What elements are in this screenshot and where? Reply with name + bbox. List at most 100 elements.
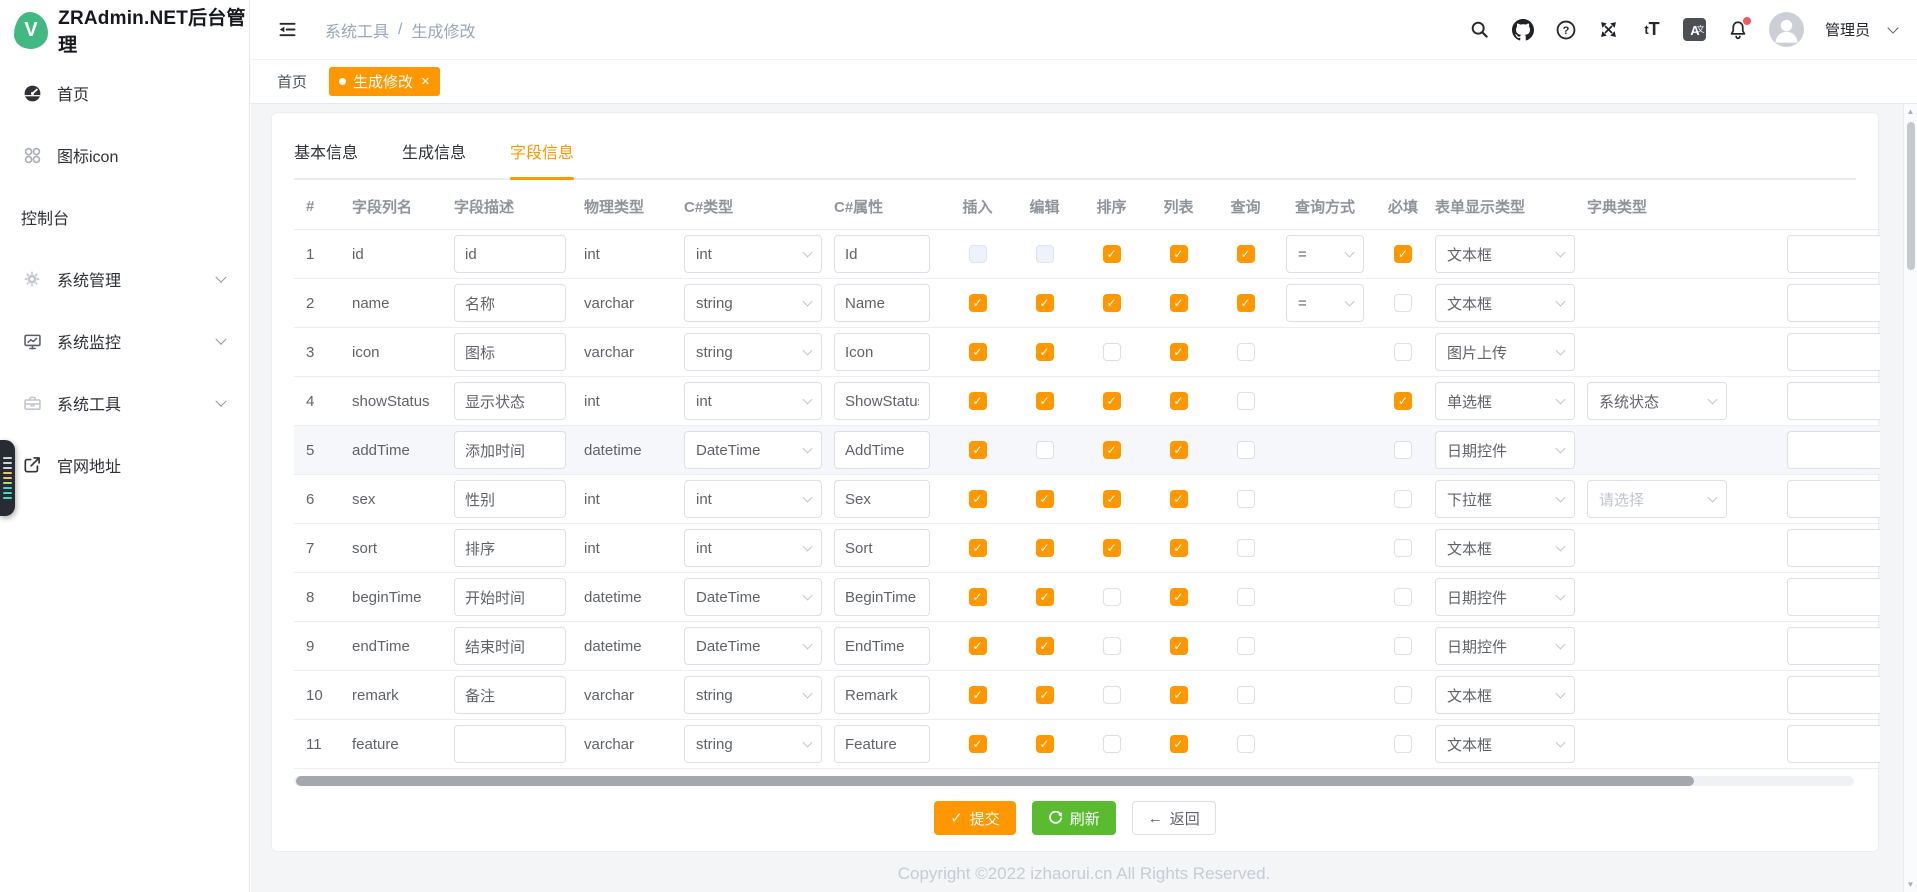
cs-attr-input[interactable] [834, 725, 930, 763]
extra-input[interactable] [1787, 333, 1880, 371]
checkbox-required[interactable] [1394, 441, 1412, 459]
checkbox-query[interactable] [1237, 392, 1255, 410]
field-desc-input[interactable] [454, 382, 566, 420]
checkbox-sort[interactable]: ✓ [1103, 245, 1121, 263]
checkbox-insert[interactable]: ✓ [969, 637, 987, 655]
checkbox-edit[interactable]: ✓ [1036, 637, 1054, 655]
checkbox-sort[interactable] [1103, 343, 1121, 361]
font-size-icon[interactable]: tT [1640, 18, 1664, 42]
extra-input[interactable] [1787, 529, 1880, 567]
field-desc-input[interactable] [454, 578, 566, 616]
vertical-scrollbar-thumb[interactable] [1907, 122, 1915, 270]
extra-input[interactable] [1787, 627, 1880, 665]
field-desc-input[interactable] [454, 627, 566, 665]
display-type-select[interactable]: 文本框 [1435, 529, 1575, 567]
display-type-select[interactable]: 日期控件 [1435, 578, 1575, 616]
field-desc-input[interactable] [454, 333, 566, 371]
checkbox-list[interactable]: ✓ [1170, 294, 1188, 312]
checkbox-sort[interactable] [1103, 637, 1121, 655]
checkbox-insert[interactable]: ✓ [969, 294, 987, 312]
display-type-select[interactable]: 单选框 [1435, 382, 1575, 420]
cs-attr-input[interactable] [834, 333, 930, 371]
sidebar-fold-icon[interactable] [275, 18, 299, 42]
checkbox-required[interactable] [1394, 294, 1412, 312]
cs-type-select[interactable]: string [684, 676, 822, 714]
dict-type-select[interactable]: 系统状态 [1587, 382, 1727, 420]
checkbox-query[interactable] [1237, 588, 1255, 606]
checkbox-insert[interactable]: ✓ [969, 343, 987, 361]
sidebar-item-系统监控[interactable]: 系统监控 [0, 310, 249, 372]
checkbox-sort[interactable]: ✓ [1103, 441, 1121, 459]
field-desc-input[interactable] [454, 676, 566, 714]
cs-attr-input[interactable] [834, 529, 930, 567]
cs-attr-input[interactable] [834, 382, 930, 420]
refresh-button[interactable]: 刷新 [1032, 801, 1116, 835]
user-chevron-down-icon[interactable] [1887, 22, 1898, 33]
checkbox-list[interactable]: ✓ [1170, 441, 1188, 459]
checkbox-required[interactable] [1394, 539, 1412, 557]
extra-input[interactable] [1787, 431, 1880, 469]
display-type-select[interactable]: 文本框 [1435, 284, 1575, 322]
query-way-select[interactable]: = [1286, 284, 1364, 322]
field-desc-input[interactable] [454, 284, 566, 322]
checkbox-sort[interactable]: ✓ [1103, 539, 1121, 557]
checkbox-required[interactable] [1394, 735, 1412, 753]
checkbox-query[interactable] [1237, 686, 1255, 704]
checkbox-query[interactable] [1237, 490, 1255, 508]
checkbox-sort[interactable] [1103, 588, 1121, 606]
theme-drawer-handle[interactable] [0, 440, 15, 516]
display-type-select[interactable]: 文本框 [1435, 725, 1575, 763]
checkbox-edit[interactable]: ✓ [1036, 392, 1054, 410]
cs-attr-input[interactable] [834, 676, 930, 714]
display-type-select[interactable]: 日期控件 [1435, 431, 1575, 469]
cs-type-select[interactable]: int [684, 235, 822, 273]
sidebar-item-官网地址[interactable]: 官网地址 [0, 434, 249, 496]
back-button[interactable]: ←返回 [1132, 801, 1216, 835]
translate-icon[interactable]: A文 [1683, 18, 1707, 42]
tag-active[interactable]: 生成修改 × [329, 67, 440, 96]
extra-input[interactable] [1787, 725, 1880, 763]
checkbox-insert[interactable]: ✓ [969, 392, 987, 410]
search-icon[interactable] [1468, 18, 1492, 42]
checkbox-insert[interactable]: ✓ [969, 539, 987, 557]
checkbox-edit[interactable]: ✓ [1036, 588, 1054, 606]
checkbox-edit[interactable] [1036, 441, 1054, 459]
checkbox-required[interactable] [1394, 343, 1412, 361]
tab-生成信息[interactable]: 生成信息 [402, 139, 466, 163]
cs-attr-input[interactable] [834, 480, 930, 518]
checkbox-query[interactable] [1237, 637, 1255, 655]
checkbox-edit[interactable]: ✓ [1036, 294, 1054, 312]
checkbox-list[interactable]: ✓ [1170, 392, 1188, 410]
checkbox-list[interactable]: ✓ [1170, 490, 1188, 508]
checkbox-query[interactable]: ✓ [1237, 294, 1255, 312]
field-desc-input[interactable] [454, 235, 566, 273]
checkbox-insert[interactable]: ✓ [969, 686, 987, 704]
checkbox-sort[interactable]: ✓ [1103, 392, 1121, 410]
checkbox-edit[interactable]: ✓ [1036, 686, 1054, 704]
display-type-select[interactable]: 文本框 [1435, 235, 1575, 273]
checkbox-sort[interactable]: ✓ [1103, 294, 1121, 312]
tag-close-icon[interactable]: × [421, 74, 430, 89]
display-type-select[interactable]: 下拉框 [1435, 480, 1575, 518]
sidebar-item-首页[interactable]: 首页 [0, 62, 249, 124]
checkbox-edit[interactable]: ✓ [1036, 490, 1054, 508]
checkbox-insert[interactable]: ✓ [969, 490, 987, 508]
cs-type-select[interactable]: DateTime [684, 627, 822, 665]
user-name[interactable]: 管理员 [1825, 19, 1870, 40]
checkbox-sort[interactable] [1103, 735, 1121, 753]
field-desc-input[interactable] [454, 529, 566, 567]
checkbox-edit[interactable]: ✓ [1036, 539, 1054, 557]
extra-input[interactable] [1787, 284, 1880, 322]
display-type-select[interactable]: 日期控件 [1435, 627, 1575, 665]
cs-type-select[interactable]: int [684, 529, 822, 567]
cs-type-select[interactable]: DateTime [684, 431, 822, 469]
dict-type-select[interactable]: 请选择 [1587, 480, 1727, 518]
cs-attr-input[interactable] [834, 627, 930, 665]
checkbox-insert[interactable] [969, 245, 987, 263]
checkbox-list[interactable]: ✓ [1170, 686, 1188, 704]
checkbox-edit[interactable]: ✓ [1036, 735, 1054, 753]
cs-type-select[interactable]: string [684, 333, 822, 371]
extra-input[interactable] [1787, 480, 1880, 518]
checkbox-insert[interactable]: ✓ [969, 735, 987, 753]
fullscreen-icon[interactable] [1597, 18, 1621, 42]
